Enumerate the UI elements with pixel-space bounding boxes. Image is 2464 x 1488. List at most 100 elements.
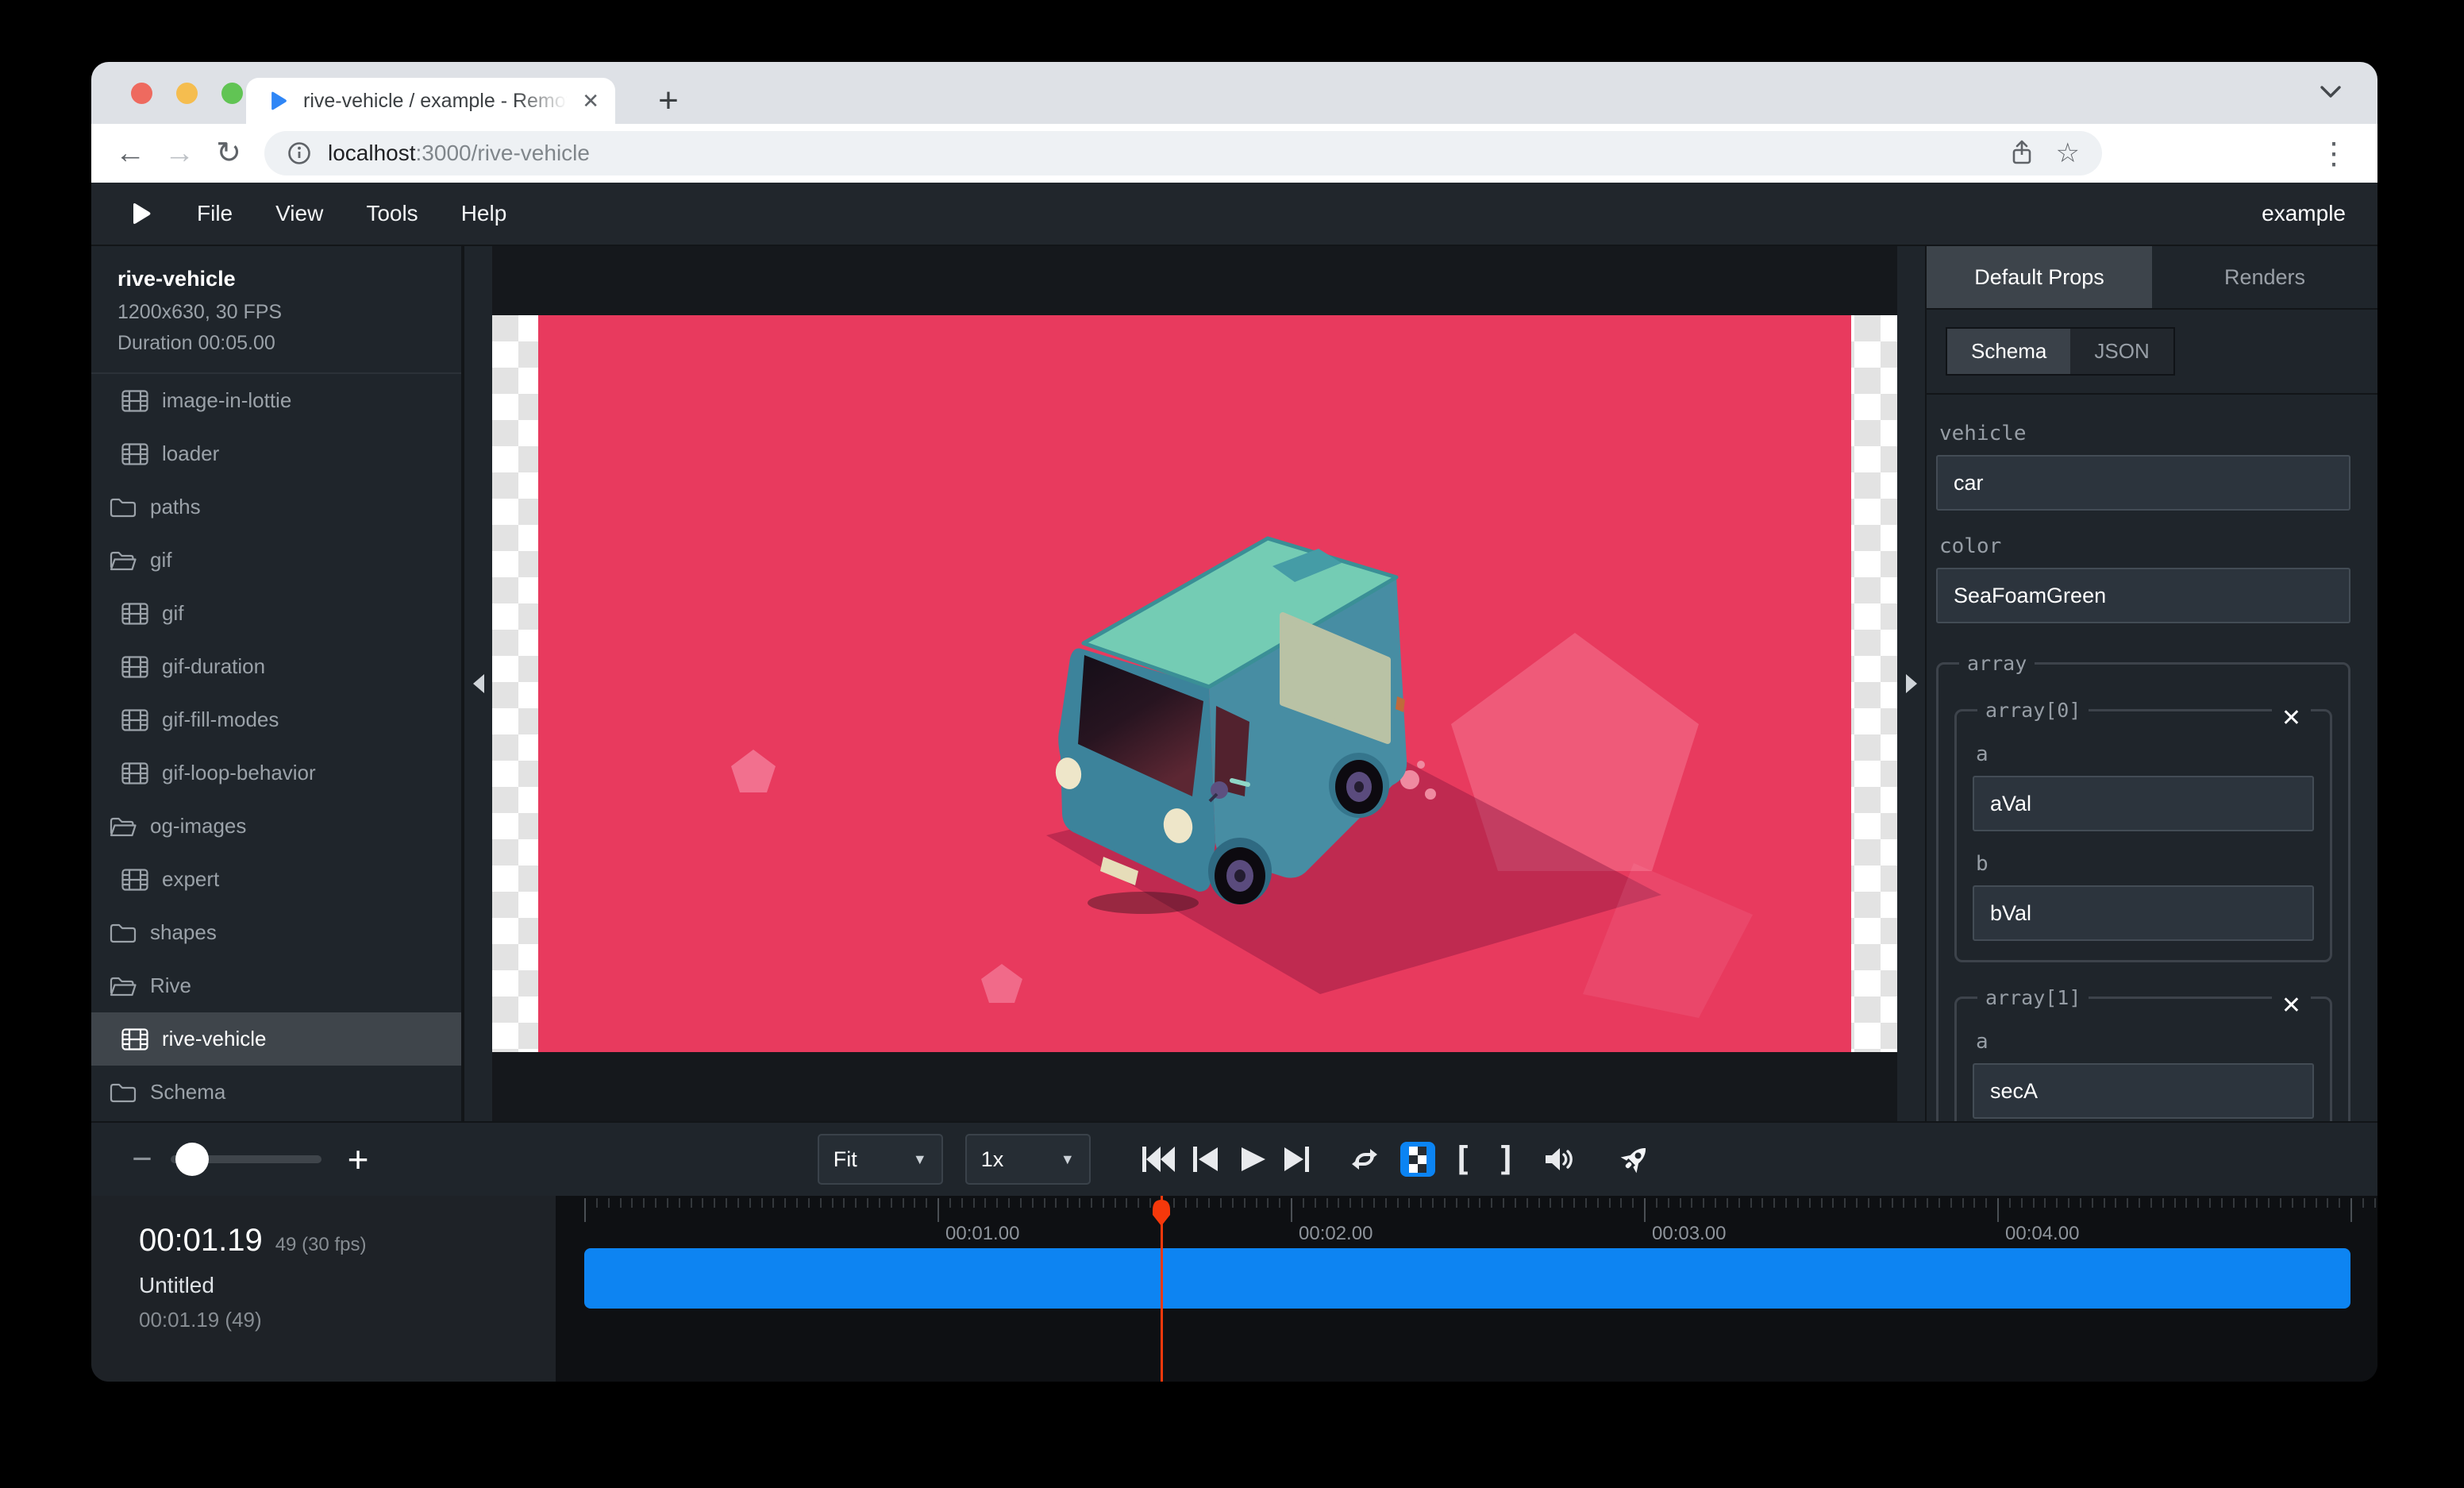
tab-close-icon[interactable]: ✕ [582,91,599,111]
sidebar-item-loader[interactable]: loader [91,427,461,480]
zoom-slider-thumb[interactable] [175,1143,209,1176]
ruler-tick [2197,1198,2199,1208]
ruler-tick [1479,1198,1480,1208]
bookmark-star-icon[interactable]: ☆ [2056,137,2080,169]
sidebar-item-schema[interactable]: Schema [91,1066,461,1119]
tab-default-props[interactable]: Default Props [1927,246,2152,308]
ruler-tick [608,1198,610,1208]
collapse-right-icon[interactable] [1906,674,1917,693]
sidebar-item-gif-loop-behavior[interactable]: gif-loop-behavior [91,746,461,800]
new-tab-button[interactable]: + [647,79,690,122]
next-frame-button[interactable] [1281,1145,1311,1174]
sidebar-item-gif[interactable]: gif [91,587,461,640]
track-name[interactable]: Untitled [139,1273,556,1298]
share-icon[interactable] [2008,139,2035,168]
out-point-button[interactable]: ] [1496,1143,1516,1176]
traffic-light-zoom[interactable] [221,83,243,104]
ruler-tick [2127,1198,2128,1208]
menu-item-view[interactable]: View [254,201,345,226]
zoom-slider[interactable] [171,1155,321,1163]
prop-input-vehicle[interactable]: car [1936,455,2350,511]
back-icon[interactable]: ← [106,138,155,168]
ruler-label: 00:02.00 [1299,1223,1373,1245]
url-text[interactable]: localhost:3000/rive-vehicle [328,141,1988,166]
reload-icon[interactable]: ↻ [204,138,253,168]
browser-tab[interactable]: rive-vehicle / example - Remoti ✕ [246,78,615,124]
timeline-track-area[interactable]: 00:01.0000:02.0000:03.0000:04.00 [556,1196,2377,1382]
render-rocket-button[interactable] [1618,1143,1651,1176]
prop-input-a[interactable]: aVal [1973,776,2314,831]
zoom-in-button[interactable]: + [341,1138,375,1181]
remove-array-item-button[interactable]: ✕ [2272,704,2311,733]
prop-input-color[interactable]: SeaFoamGreen [1936,568,2350,623]
panel-collapse-gutter[interactable] [1897,246,1925,1121]
array-label: array [1959,652,2035,675]
sidebar-item-rive[interactable]: Rive [91,959,461,1012]
sidebar-item-og-images[interactable]: og-images [91,800,461,853]
traffic-light-close[interactable] [131,83,152,104]
sidebar-item-expert[interactable]: expert [91,853,461,906]
timeline-track-bar[interactable] [584,1248,2350,1309]
browser-menu-icon[interactable]: ⋮ [2319,136,2349,172]
forward-icon[interactable]: → [155,138,204,168]
current-timecode: 00:01.19 [139,1223,263,1259]
sidebar-item-gif-duration[interactable]: gif-duration [91,640,461,693]
sidebar-collapse-gutter[interactable] [464,246,492,1121]
previous-frame-button[interactable] [1191,1145,1221,1174]
composition-list: image-in-lottie loader paths gif gif [91,374,461,1121]
sidebar-item-rive-vehicle[interactable]: rive-vehicle [91,1012,461,1066]
collapse-left-icon[interactable] [473,674,484,693]
volume-button[interactable] [1543,1145,1577,1174]
ruler-tick [655,1198,656,1208]
ruler-tick [2044,1198,2046,1208]
ruler-tick [973,1198,975,1208]
sidebar-item-label: gif-duration [162,654,265,679]
preview-area [492,246,1897,1121]
play-button[interactable] [1235,1145,1267,1174]
transparency-checkerboard-button[interactable] [1400,1142,1435,1177]
sidebar-item-paths[interactable]: paths [91,480,461,534]
in-point-button[interactable]: [ [1453,1143,1473,1176]
loop-button[interactable] [1348,1144,1381,1174]
zoom-out-button[interactable]: − [125,1139,160,1179]
remotion-logo-icon[interactable] [128,201,153,226]
sidebar-item-image-in-lottie[interactable]: image-in-lottie [91,374,461,427]
zoom-controls: − + [125,1138,375,1181]
speed-select[interactable]: 1x ▼ [965,1134,1091,1185]
traffic-light-minimize[interactable] [176,83,198,104]
subtab-json[interactable]: JSON [2070,329,2173,374]
ruler-tick [2233,1198,2235,1208]
size-select[interactable]: Fit ▼ [818,1134,943,1185]
sidebar-item-label: image-in-lottie [162,388,291,413]
film-icon [121,1027,149,1052]
tab-renders[interactable]: Renders [2152,246,2377,308]
prop-input-a[interactable]: secA [1973,1063,2314,1119]
ruler-tick [2162,1198,2164,1208]
sidebar-item-shapes[interactable]: shapes [91,906,461,959]
composition-canvas[interactable] [492,315,1897,1052]
subtab-schema[interactable]: Schema [1947,329,2070,374]
ruler-label: 00:03.00 [1652,1223,1726,1245]
ruler-tick [2339,1198,2340,1208]
sidebar-item-label: gif-fill-modes [162,707,279,732]
ruler-tick [1079,1198,1080,1208]
prop-input-b[interactable]: bVal [1973,885,2314,941]
ruler-tick [1468,1198,1469,1208]
tab-search-chevron-icon[interactable] [2319,84,2343,100]
sidebar-item-gif-fill-modes[interactable]: gif-fill-modes [91,693,461,746]
ruler-tick [2374,1198,2376,1208]
ruler-tick [1561,1198,1563,1208]
address-bar[interactable]: localhost:3000/rive-vehicle ☆ [264,131,2102,175]
sidebar-item-gif[interactable]: gif [91,534,461,587]
ruler-tick [620,1198,622,1208]
ruler-tick [832,1198,834,1208]
menu-item-tools[interactable]: Tools [345,201,439,226]
remove-array-item-button[interactable]: ✕ [2272,992,2311,1020]
ruler-tick [1821,1198,1823,1208]
menu-item-help[interactable]: Help [440,201,529,226]
ruler-tick [996,1198,998,1208]
skip-to-start-button[interactable] [1140,1145,1176,1174]
menu-item-file[interactable]: File [175,201,254,226]
site-info-icon[interactable] [287,141,312,166]
playhead-marker[interactable] [1149,1199,1173,1228]
